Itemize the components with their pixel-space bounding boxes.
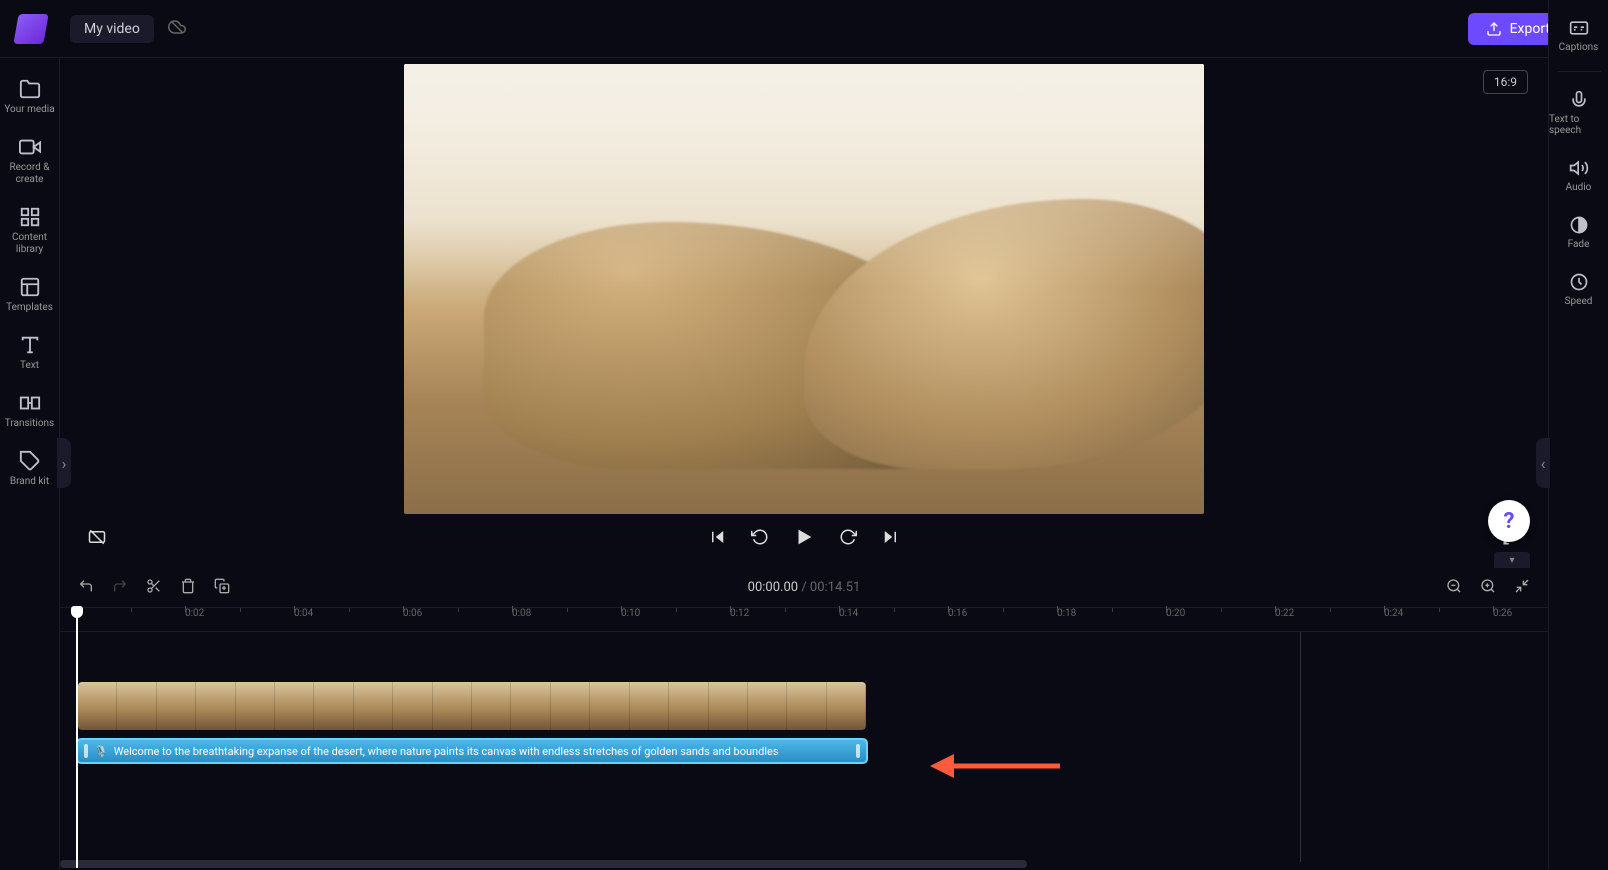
export-label: Export xyxy=(1510,21,1550,37)
skip-back-button[interactable] xyxy=(709,528,727,546)
left-brand-kit[interactable]: Brand kit xyxy=(0,440,59,498)
undo-button[interactable] xyxy=(78,578,94,598)
split-button[interactable] xyxy=(146,578,162,598)
clip-end-marker xyxy=(1300,632,1301,862)
ruler-tick: 0:04 xyxy=(294,608,313,619)
rewind-button[interactable] xyxy=(751,528,769,546)
forward-button[interactable] xyxy=(839,528,857,546)
ruler-tick: 0:10 xyxy=(621,608,640,619)
left-rail: Your media Record & create Content libra… xyxy=(0,58,60,870)
play-button[interactable] xyxy=(793,526,815,548)
rail-speed[interactable]: Speed xyxy=(1549,264,1608,315)
timeline: 00:00.00 / 00:14.51 00:020:040:060:080:1… xyxy=(60,568,1548,870)
ruler-tick: 0:26 xyxy=(1493,608,1512,619)
captions-icon xyxy=(1569,18,1589,38)
zoom-fit-button[interactable] xyxy=(1514,578,1530,598)
horizontal-scrollbar[interactable] xyxy=(60,860,1548,868)
duplicate-button[interactable] xyxy=(214,578,230,598)
left-label: Your media xyxy=(4,104,54,116)
ruler-tick: 0:14 xyxy=(839,608,858,619)
ruler-tick: 0:08 xyxy=(512,608,531,619)
tracks-area[interactable]: 🎙️ Welcome to the breathtaking expanse o… xyxy=(60,632,1548,870)
ruler-tick: 0:02 xyxy=(185,608,204,619)
zoom-in-button[interactable] xyxy=(1480,578,1496,598)
rail-tts[interactable]: Text to speech xyxy=(1549,82,1608,144)
time-ruler[interactable]: 00:020:040:060:080:100:120:140:160:180:2… xyxy=(60,608,1548,632)
current-time: 00:00.00 xyxy=(748,580,798,595)
expand-right-panel[interactable]: ‹ xyxy=(1536,438,1550,488)
skip-forward-button[interactable] xyxy=(881,528,899,546)
ruler-tick: 0:20 xyxy=(1166,608,1185,619)
tts-audio-clip[interactable]: 🎙️ Welcome to the breathtaking expanse o… xyxy=(76,738,868,764)
ruler-tick: 0:18 xyxy=(1057,608,1076,619)
clip-handle-left[interactable] xyxy=(84,744,88,758)
rail-label: Speed xyxy=(1565,296,1593,307)
help-button[interactable]: ? xyxy=(1488,500,1530,542)
tts-clip-text: Welcome to the breathtaking expanse of t… xyxy=(114,745,850,758)
templates-icon xyxy=(19,276,41,298)
left-transitions[interactable]: Transitions xyxy=(0,382,59,440)
project-title[interactable]: My video xyxy=(70,15,154,43)
audio-icon xyxy=(1569,158,1589,178)
cloud-sync-icon[interactable] xyxy=(168,18,186,40)
left-label: Brand kit xyxy=(10,476,49,488)
playback-controls xyxy=(60,526,1548,548)
redo-button[interactable] xyxy=(112,578,128,598)
tts-icon xyxy=(1569,90,1589,110)
rail-captions[interactable]: Captions xyxy=(1549,10,1608,61)
clip-handle-right[interactable] xyxy=(856,744,860,758)
video-clip[interactable] xyxy=(76,680,868,732)
divider xyxy=(1557,71,1601,72)
duration: 00:14.51 xyxy=(810,580,860,595)
annotation-arrow xyxy=(930,744,1060,788)
app-logo[interactable] xyxy=(13,14,48,44)
text-icon xyxy=(19,334,41,356)
video-preview[interactable] xyxy=(404,64,1204,514)
left-record-create[interactable]: Record & create xyxy=(0,126,59,196)
aspect-ratio-button[interactable]: 16:9 xyxy=(1483,70,1528,94)
right-rail: Captions Text to speech Audio Fade Speed xyxy=(1548,0,1608,870)
left-text[interactable]: Text xyxy=(0,324,59,382)
collapse-timeline-button[interactable]: ▾ xyxy=(1494,552,1530,568)
left-content-library[interactable]: Content library xyxy=(0,196,59,266)
ruler-tick: 0:22 xyxy=(1275,608,1294,619)
scrollbar-thumb[interactable] xyxy=(60,860,1027,868)
zoom-out-button[interactable] xyxy=(1446,578,1462,598)
timeline-toolbar: 00:00.00 / 00:14.51 xyxy=(60,568,1548,608)
brand-icon xyxy=(19,450,41,472)
left-label: Record & create xyxy=(0,162,59,186)
left-label: Transitions xyxy=(5,418,54,430)
folder-icon xyxy=(19,78,41,100)
rail-label: Captions xyxy=(1559,42,1599,53)
timecode: 00:00.00 / 00:14.51 xyxy=(748,580,861,595)
transitions-icon xyxy=(19,392,41,414)
rail-audio[interactable]: Audio xyxy=(1549,150,1608,201)
ruler-tick: 0:12 xyxy=(730,608,749,619)
rail-label: Text to speech xyxy=(1549,114,1608,136)
delete-button[interactable] xyxy=(180,578,196,598)
top-bar: My video Export xyxy=(0,0,1608,58)
ruler-tick: 0:24 xyxy=(1384,608,1403,619)
ruler-tick: 0:16 xyxy=(948,608,967,619)
left-label: Templates xyxy=(6,302,53,314)
captions-off-icon[interactable] xyxy=(88,528,106,546)
fade-icon xyxy=(1569,215,1589,235)
microphone-icon: 🎙️ xyxy=(94,745,108,758)
left-templates[interactable]: Templates xyxy=(0,266,59,324)
left-label: Text xyxy=(20,360,39,372)
library-icon xyxy=(19,206,41,228)
rail-label: Audio xyxy=(1566,182,1592,193)
rail-fade[interactable]: Fade xyxy=(1549,207,1608,258)
preview-stage: 16:9 ‹ xyxy=(60,58,1548,568)
playhead[interactable] xyxy=(76,608,78,868)
rail-label: Fade xyxy=(1568,239,1590,250)
left-label: Content library xyxy=(0,232,59,256)
speed-icon xyxy=(1569,272,1589,292)
left-your-media[interactable]: Your media xyxy=(0,68,59,126)
ruler-tick: 0:06 xyxy=(403,608,422,619)
camera-icon xyxy=(19,136,41,158)
